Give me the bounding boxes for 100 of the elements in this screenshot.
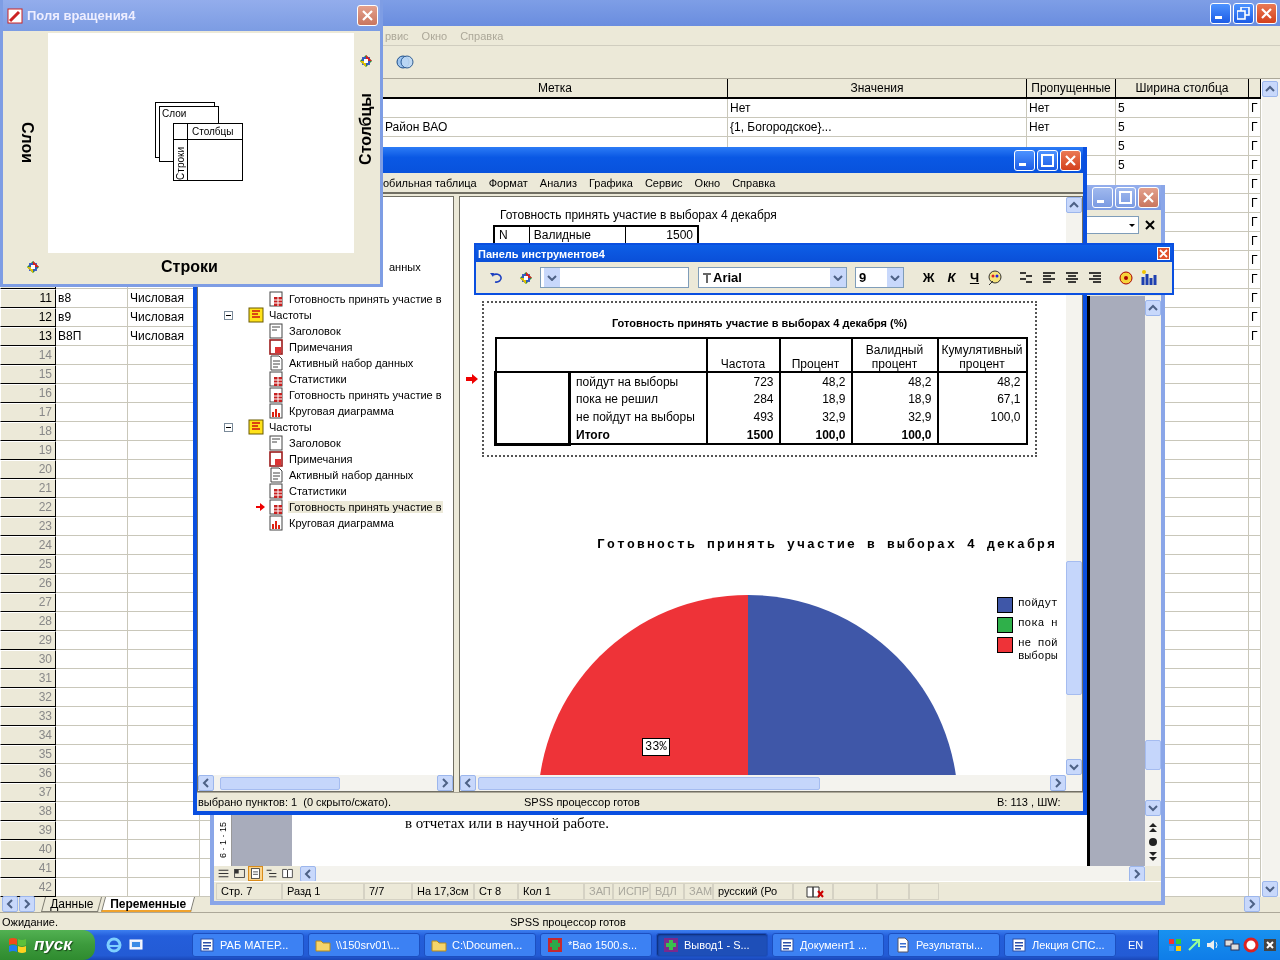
taskbar-button[interactable]: Документ1 ... [772,933,884,957]
tree-item[interactable]: Заголовок [288,437,342,449]
browse-object-button[interactable] [1148,837,1158,847]
tree-item[interactable]: Активный набор данных [288,469,415,481]
bold-button[interactable]: Ж [917,270,940,285]
tree-item[interactable]: Частоты [268,309,313,321]
column-header[interactable] [1249,79,1261,99]
menu-item[interactable]: обильная таблица [383,176,477,189]
align-center-icon[interactable] [1064,269,1080,286]
tree-item[interactable]: Круговая диаграмма [288,405,395,417]
size-dropdown[interactable]: 9 [855,267,904,288]
menu-item[interactable]: Формат [488,176,528,189]
column-header: Кумулятивный процент [937,338,1027,372]
status-text: 7/7 [364,883,412,900]
horizontal-scrollbar[interactable] [460,775,1082,791]
table-cell [56,840,128,859]
column-header[interactable]: Пропущенные [1027,79,1116,99]
table-cell [1249,384,1261,403]
collapse-icon[interactable] [224,422,233,432]
tree-item[interactable]: Примечания [288,453,354,465]
language-indicator[interactable]: EN [1128,939,1158,951]
chevron-down-icon[interactable] [833,274,843,281]
dropdown-button[interactable] [544,268,560,287]
previous-page-button[interactable] [1148,822,1158,834]
row-header[interactable]: 12 [0,308,56,327]
dropdown-button[interactable] [887,268,903,287]
view-button[interactable] [232,866,247,881]
dropdown-button[interactable] [830,268,846,287]
chevron-down-icon[interactable] [547,274,557,281]
column-header[interactable]: Ширина столбца [1116,79,1249,99]
underline-button[interactable]: Ч [963,270,986,285]
taskbar-button[interactable]: Вывод1 - S... [656,933,768,957]
horizontal-scrollbar[interactable] [198,775,453,791]
tree-item[interactable]: Круговая диаграмма [288,517,395,529]
tree-item[interactable]: Готовность принять участие в [288,389,443,401]
tray-icon[interactable] [1262,937,1278,953]
vertical-scrollbar[interactable] [1066,197,1082,775]
question-field[interactable] [1085,216,1139,234]
status-text: Разд 1 [282,883,364,900]
table-cell: 5 [1116,156,1249,175]
browser-icon[interactable] [106,937,122,953]
tree-item[interactable]: Активный набор данных [288,357,415,369]
taskbar-button[interactable]: Результаты... [888,933,1000,957]
taskbar-button[interactable]: *Вао 1500.s... [540,933,652,957]
menu-item[interactable]: Окно [694,176,721,189]
menu-item[interactable]: Справка [732,176,776,189]
speaker-icon[interactable] [1205,937,1221,953]
row-header[interactable]: 13 [0,327,56,346]
row-header[interactable]: 11 [0,289,56,308]
view-button[interactable] [280,866,295,881]
bar-chart-icon[interactable] [1140,268,1158,287]
pivot-icon[interactable] [518,269,534,286]
italic-button[interactable]: К [940,270,963,285]
next-page-button[interactable] [1148,850,1158,862]
menu-item[interactable]: Сервис [644,176,683,189]
tray-icon[interactable] [1243,937,1259,953]
font-dropdown[interactable]: Arial [698,267,847,288]
taskbar-button[interactable]: РАБ МАТЕР... [192,933,304,957]
taskbar-button[interactable]: C:\Documen... [424,933,536,957]
pivot-icon[interactable] [25,258,41,275]
taskbar-button[interactable]: Лекция СПС... [1004,933,1116,957]
tree-item[interactable]: Готовность принять участие в [288,501,443,513]
style-dropdown[interactable] [540,267,689,288]
book-icon[interactable] [805,884,825,899]
menu-item[interactable]: Графика [588,176,633,189]
tree-item[interactable]: Заголовок [288,325,342,337]
tree-item[interactable]: Готовность принять участие в [288,293,443,305]
columns-area[interactable]: Столбцы [354,33,378,253]
tree-item[interactable]: Частоты [268,421,313,433]
tree-item[interactable]: Примечания [288,341,354,353]
tree-item[interactable]: Статистики [288,485,348,497]
sheet-tab[interactable]: Данные [41,897,103,912]
pivot-icon[interactable] [358,53,374,69]
close-icon[interactable] [1145,220,1155,230]
palette-icon[interactable] [986,268,1004,287]
table-cell [1249,764,1261,783]
chevron-down-icon[interactable] [890,274,900,281]
rows-area[interactable]: Строки [5,253,378,280]
vertical-scrollbar[interactable] [1145,296,1161,866]
column-header[interactable]: Метка [383,79,728,99]
desktop-icon[interactable] [128,937,144,953]
sheet-tab[interactable]: Переменные [101,897,196,912]
scroll-thumb[interactable] [220,776,340,790]
vertical-scrollbar[interactable] [1262,79,1280,897]
tree-item[interactable]: анных [388,261,422,273]
scroll-thumb[interactable] [478,776,820,790]
scroll-thumb[interactable] [1066,561,1082,695]
taskbar-button[interactable]: \\150srv01\... [308,933,420,957]
collapse-icon[interactable] [224,310,233,320]
layers-area[interactable]: Слои [5,33,48,253]
column-header[interactable]: Значения [728,79,1027,99]
tree-item[interactable]: Статистики [288,373,348,385]
scroll-thumb[interactable] [1145,740,1161,770]
target-icon[interactable] [1117,268,1135,287]
network-icon[interactable] [1224,937,1240,953]
align-left-icon[interactable] [1041,269,1057,286]
menu-item[interactable]: Анализ [539,176,577,189]
spheres-icon[interactable] [396,53,414,71]
view-button[interactable] [248,866,263,881]
start-button[interactable]: пуск [0,930,95,960]
